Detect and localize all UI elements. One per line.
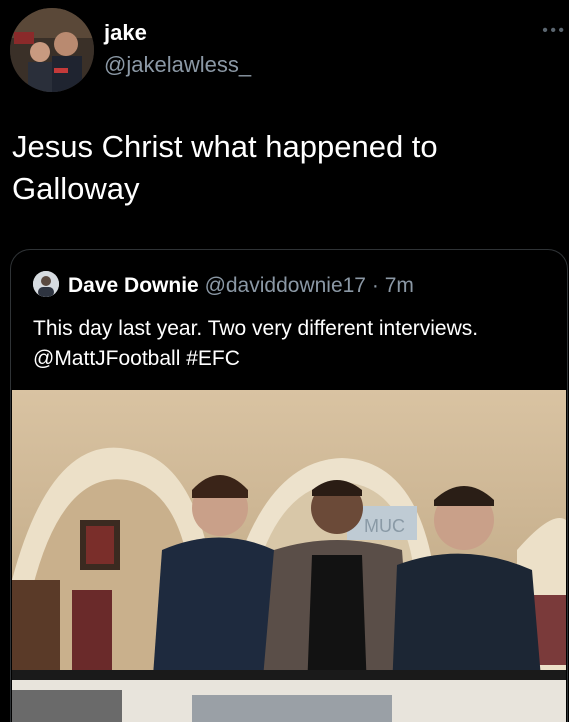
author-handle[interactable]: @jakelawless_ xyxy=(104,52,251,78)
more-icon[interactable]: • • • xyxy=(542,22,564,40)
author-name[interactable]: jake xyxy=(104,20,147,46)
photo-sign-text: MUC xyxy=(364,516,405,536)
quoted-author-avatar[interactable] xyxy=(33,271,59,297)
author-avatar[interactable] xyxy=(10,8,94,92)
quoted-tweet-card[interactable]: Dave Downie @daviddownie17 · 7m This day… xyxy=(10,249,568,722)
quoted-tweet-photo[interactable]: MUC xyxy=(12,390,566,722)
quoted-author-handle[interactable]: @daviddownie17 xyxy=(205,274,366,297)
quoted-tweet-text: This day last year. Two very different i… xyxy=(33,317,479,370)
separator: · xyxy=(371,274,379,297)
quoted-tweet-header: Dave Downie @daviddownie17 · 7m xyxy=(68,274,414,298)
quoted-tweet-time[interactable]: 7m xyxy=(385,274,414,297)
tweet-text: Jesus Christ what happened to Galloway xyxy=(12,129,438,206)
quoted-author-name[interactable]: Dave Downie xyxy=(68,274,199,297)
